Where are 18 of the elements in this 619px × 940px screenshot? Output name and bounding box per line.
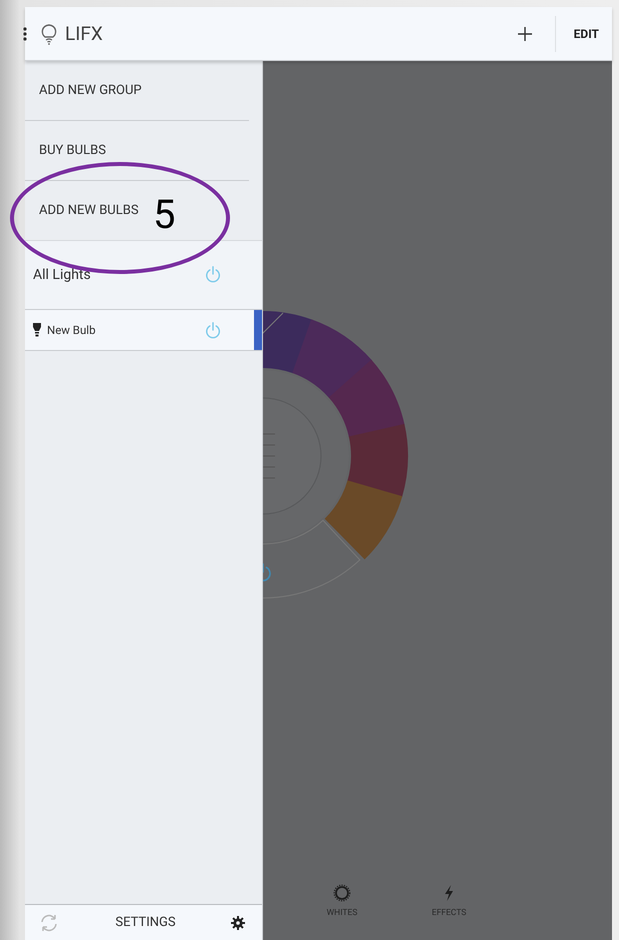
light-row[interactable]: All Lights xyxy=(25,241,262,310)
power-icon[interactable] xyxy=(204,321,222,339)
menu-item[interactable]: BUY BULBS xyxy=(25,121,249,181)
annotation-number: 5 xyxy=(153,195,176,235)
edit-button[interactable]: EDIT xyxy=(556,26,612,40)
overflow-menu-icon[interactable] xyxy=(23,26,27,40)
menu-item[interactable]: ADD NEW GROUP xyxy=(25,61,249,121)
bulb-icon xyxy=(33,323,41,337)
light-row[interactable]: New Bulb xyxy=(25,310,262,351)
plus-icon[interactable] xyxy=(516,26,533,42)
light-name: New Bulb xyxy=(47,323,97,337)
settings-icon[interactable] xyxy=(231,916,245,930)
app-title: LIFX xyxy=(65,22,103,45)
lightbulb-icon xyxy=(39,22,59,44)
light-name: All Lights xyxy=(33,267,92,283)
settings-button[interactable]: SETTINGS xyxy=(60,914,231,931)
power-icon[interactable] xyxy=(204,265,222,283)
sun-icon xyxy=(333,884,351,902)
